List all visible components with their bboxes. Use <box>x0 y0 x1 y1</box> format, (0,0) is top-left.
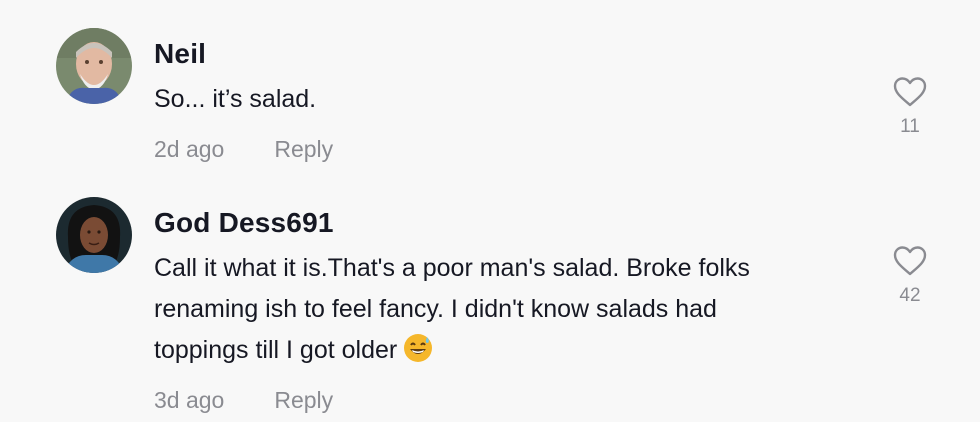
comment-text-line: toppings till I got older <box>154 330 854 376</box>
comment-time: 3d ago <box>154 387 225 413</box>
comment-text-line: renaming ish to feel fancy. I didn't kno… <box>154 295 717 323</box>
comment-text-line: So... it’s salad. <box>154 85 317 113</box>
comment-meta: 3d ago Reply <box>154 387 333 414</box>
comment-text-line-content: toppings till I got older <box>154 336 398 364</box>
comment-time: 2d ago <box>154 136 225 162</box>
grinning-sweat-emoji-icon <box>403 333 433 376</box>
reply-button[interactable]: Reply <box>274 387 333 413</box>
comment-text: So... it’s salad. <box>154 79 854 120</box>
comment-meta: 2d ago Reply <box>154 136 333 163</box>
avatar-photo-icon <box>56 197 132 273</box>
heart-outline-icon <box>893 77 927 107</box>
comment-text-line: Call it what it is.That's a poor man's s… <box>154 254 750 282</box>
like-count: 42 <box>899 285 921 306</box>
username[interactable]: God Dess691 <box>154 207 334 239</box>
avatar[interactable] <box>56 28 132 104</box>
like-count: 11 <box>900 116 920 137</box>
like-button[interactable]: 11 <box>888 76 932 138</box>
reply-button[interactable]: Reply <box>274 136 333 162</box>
like-button[interactable]: 42 <box>888 245 932 307</box>
comment-text: Call it what it is.That's a poor man's s… <box>154 248 854 376</box>
avatar-photo-icon <box>56 28 132 104</box>
heart-outline-icon <box>893 246 927 276</box>
avatar[interactable] <box>56 197 132 273</box>
username[interactable]: Neil <box>154 38 206 70</box>
